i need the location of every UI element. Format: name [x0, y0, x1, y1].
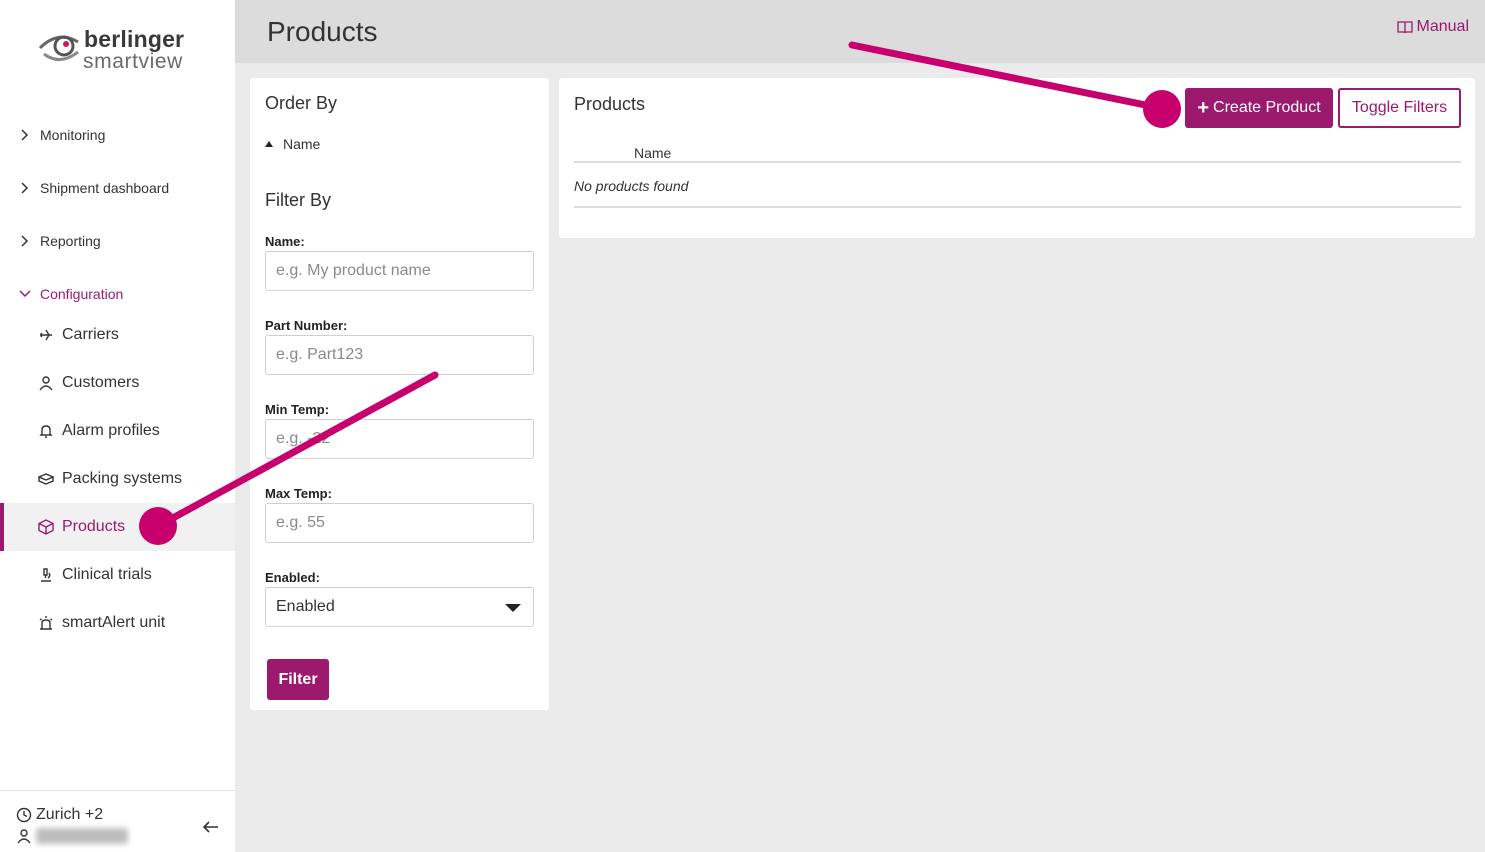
sidebar: berlinger smartview Monitoring Shipment …: [0, 0, 235, 852]
nav-section-reporting[interactable]: Reporting: [0, 214, 235, 267]
column-header-name[interactable]: Name: [634, 145, 671, 161]
sort-ascending-icon: [265, 141, 273, 147]
person-icon: [38, 375, 54, 391]
products-table: Name No products found: [574, 140, 1461, 208]
plus-icon: +: [1197, 97, 1210, 119]
logo-word-berlinger: berlinger: [84, 26, 185, 52]
book-icon: [1396, 21, 1413, 34]
part-number-label: Part Number:: [265, 318, 348, 333]
nav-section-monitoring[interactable]: Monitoring: [0, 108, 235, 161]
eye-logo-icon: [38, 35, 79, 61]
configuration-subnav: Carriers Customers Alarm profiles Packin…: [0, 311, 235, 647]
nav-section-label: Monitoring: [40, 126, 106, 143]
sidebar-item-label: Customers: [62, 374, 140, 391]
page-title: Products: [267, 16, 378, 47]
manual-link[interactable]: Manual: [1396, 18, 1469, 36]
user-icon: [17, 829, 31, 844]
box-icon: [38, 519, 54, 535]
logo-word-smartview: smartview: [83, 50, 183, 73]
chevron-right-icon: [21, 181, 29, 194]
user-menu[interactable]: [16, 828, 128, 844]
sidebar-item-label: Clinical trials: [62, 566, 152, 583]
sidebar-item-label: smartAlert unit: [62, 614, 166, 631]
sidebar-item-alarm-profiles[interactable]: Alarm profiles: [0, 407, 235, 455]
chevron-right-icon: [21, 234, 29, 247]
enabled-select-value: Enabled: [276, 598, 335, 615]
alert-light-icon: [38, 615, 54, 631]
name-input[interactable]: [265, 251, 534, 291]
filter-panel: Order By Name Filter By Name: Part Numbe…: [250, 78, 549, 710]
toggle-filters-button[interactable]: Toggle Filters: [1338, 88, 1461, 128]
berlinger-logo[interactable]: berlinger smartview: [38, 26, 208, 76]
nav-section-label: Configuration: [40, 285, 124, 302]
filter-button[interactable]: Filter: [267, 659, 329, 700]
sidebar-item-carriers[interactable]: Carriers: [0, 311, 235, 359]
enabled-label: Enabled:: [265, 570, 320, 585]
sidebar-item-customers[interactable]: Customers: [0, 359, 235, 407]
sort-by-name[interactable]: Name: [265, 136, 320, 152]
enabled-select[interactable]: Enabled: [265, 587, 534, 627]
filter-by-heading: Filter By: [265, 190, 332, 210]
bell-icon: [38, 423, 54, 439]
chevron-right-icon: [21, 128, 29, 141]
table-empty-row: No products found: [574, 163, 1461, 208]
sidebar-item-label: Products: [62, 518, 126, 535]
clock-icon: [16, 807, 32, 823]
sidebar-item-label: Carriers: [62, 326, 119, 343]
empty-state-text: No products found: [574, 178, 689, 194]
max-temp-label: Max Temp:: [265, 486, 332, 501]
timezone-display: Zurich +2: [16, 806, 103, 824]
microscope-icon: [38, 567, 54, 583]
nav-section-shipment-dashboard[interactable]: Shipment dashboard: [0, 161, 235, 214]
min-temp-label: Min Temp:: [265, 402, 330, 417]
table-header-row: Name: [574, 140, 1461, 163]
order-by-heading: Order By: [265, 93, 338, 113]
manual-label: Manual: [1416, 18, 1469, 35]
nav-section-label: Shipment dashboard: [40, 179, 170, 196]
timezone-label: Zurich +2: [36, 806, 104, 823]
chevron-down-icon: [19, 289, 31, 297]
dropdown-caret-icon: [505, 604, 521, 612]
name-label: Name:: [265, 234, 305, 249]
sort-field-label: Name: [283, 136, 321, 152]
page-header: Products Manual: [235, 0, 1485, 63]
part-number-input[interactable]: [265, 335, 534, 375]
min-temp-input[interactable]: [265, 419, 534, 459]
sidebar-item-clinical-trials[interactable]: Clinical trials: [0, 551, 235, 599]
products-heading: Products: [574, 94, 646, 114]
collapse-sidebar-arrow-icon[interactable]: [200, 816, 222, 838]
products-panel: Products + Create Product Toggle Filters…: [559, 78, 1475, 238]
sidebar-item-label: Packing systems: [62, 470, 183, 487]
sidebar-item-packing-systems[interactable]: Packing systems: [0, 455, 235, 503]
create-product-label: Create Product: [1213, 99, 1321, 116]
plane-icon: [38, 327, 54, 343]
sidebar-item-label: Alarm profiles: [62, 422, 160, 439]
packing-icon: [38, 471, 54, 487]
sidebar-item-smartalert-unit[interactable]: smartAlert unit: [0, 599, 235, 647]
main-nav: Monitoring Shipment dashboard Reporting …: [0, 108, 235, 320]
user-name-redacted: [36, 828, 128, 844]
nav-section-label: Reporting: [40, 232, 101, 249]
create-product-button[interactable]: + Create Product: [1185, 88, 1333, 128]
max-temp-input[interactable]: [265, 503, 534, 543]
sidebar-footer: Zurich +2: [0, 790, 235, 852]
sidebar-item-products[interactable]: Products: [0, 503, 235, 551]
